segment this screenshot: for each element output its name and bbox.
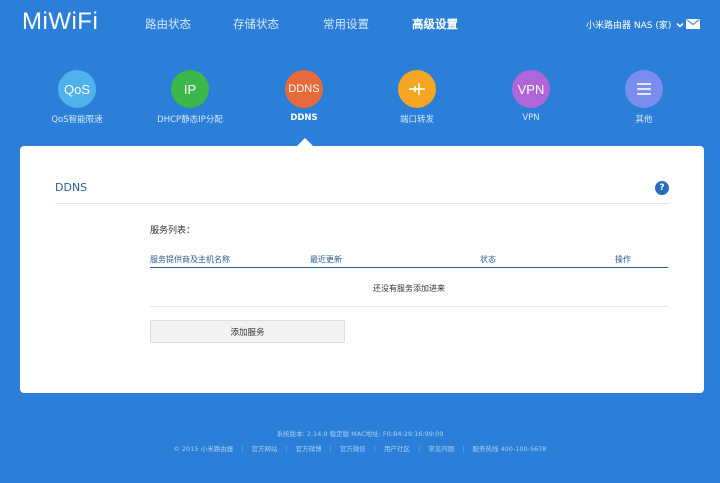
tool-ddns-label: DDNS [290, 113, 318, 123]
chevron-down-icon [676, 22, 684, 28]
tool-other-label: 其他 [635, 115, 653, 125]
nav-common-settings[interactable]: 常用设置 [323, 16, 369, 32]
add-service-button[interactable]: 添加服务 [150, 320, 345, 343]
tool-ddns[interactable]: DDNS DDNS [244, 70, 364, 130]
table-header-divider [150, 267, 668, 268]
nav-router-status[interactable]: 路由状态 [145, 16, 191, 32]
top-bar: MiWiFi 路由状态 存储状态 常用设置 高级设置 小米路由器 NAS (家) [0, 0, 720, 48]
column-header-status: 状态 [480, 255, 496, 264]
footer-link-official-site[interactable]: 官方网站 [251, 445, 277, 453]
footer-copyright: © 2015 小米路由器 [173, 445, 234, 453]
tool-dhcp-static-ip[interactable]: IP DHCP静态IP分配 [130, 70, 250, 130]
footer-link-community[interactable]: 用户社区 [384, 445, 410, 453]
column-header-provider: 服务提供商及主机名称 [150, 255, 230, 264]
tool-port-forward[interactable]: 端口转发 [357, 70, 477, 130]
empty-table-message: 还没有服务添加进来 [373, 284, 445, 293]
ip-icon: IP [171, 70, 209, 108]
logo: MiWiFi [22, 8, 99, 35]
footer-link-faq[interactable]: 常见问题 [428, 445, 454, 453]
nav-advanced-settings[interactable]: 高级设置 [412, 16, 458, 32]
tool-qos[interactable]: QoS QoS智能限速 [17, 70, 137, 130]
qos-icon: QoS [58, 70, 96, 108]
tool-dhcp-label: DHCP静态IP分配 [157, 115, 223, 125]
vpn-icon: VPN [512, 70, 550, 108]
footer-hotline: 服务热线 400-100-5678 [472, 445, 547, 453]
router-selector[interactable]: 小米路由器 NAS (家) [586, 18, 685, 31]
active-tool-pointer [297, 138, 313, 146]
panel-title: DDNS [55, 181, 88, 194]
service-list-label: 服务列表： [150, 226, 196, 236]
router-name: 小米路由器 NAS (家) [586, 21, 672, 31]
tool-vpn[interactable]: VPN VPN [471, 70, 591, 130]
column-header-last-update: 最近更新 [310, 255, 342, 264]
help-icon[interactable]: ? [655, 181, 669, 195]
title-divider [55, 203, 669, 204]
mail-icon[interactable] [686, 19, 700, 29]
port-forward-glyph [409, 83, 425, 95]
tool-vpn-label: VPN [522, 113, 540, 123]
table-row-divider [150, 306, 668, 307]
nav-storage-status[interactable]: 存储状态 [233, 16, 279, 32]
menu-glyph [637, 83, 651, 95]
tool-qos-label: QoS智能限速 [51, 115, 103, 125]
column-header-actions: 操作 [615, 255, 631, 264]
port-forward-icon [398, 70, 436, 108]
menu-icon [625, 70, 663, 108]
tool-port-forward-label: 端口转发 [399, 115, 434, 125]
ddns-panel: DDNS ? 服务列表： 服务提供商及主机名称 最近更新 状态 操作 还没有服务… [20, 146, 704, 393]
footer-link-wechat[interactable]: 官方微信 [340, 445, 366, 453]
system-version: 系统版本: 2.14.9 稳定版 MAC地址: F0:B4:29:16:99:0… [276, 430, 444, 438]
ddns-icon: DDNS [285, 70, 323, 108]
footer-links: © 2015 小米路由器 | 官方网站 | 官方微博 | 官方微信 | 用户社区 | 常见问题 | 服务… [173, 445, 547, 453]
tool-other[interactable]: 其他 [584, 70, 704, 130]
footer-link-weibo[interactable]: 官方微博 [296, 445, 322, 453]
